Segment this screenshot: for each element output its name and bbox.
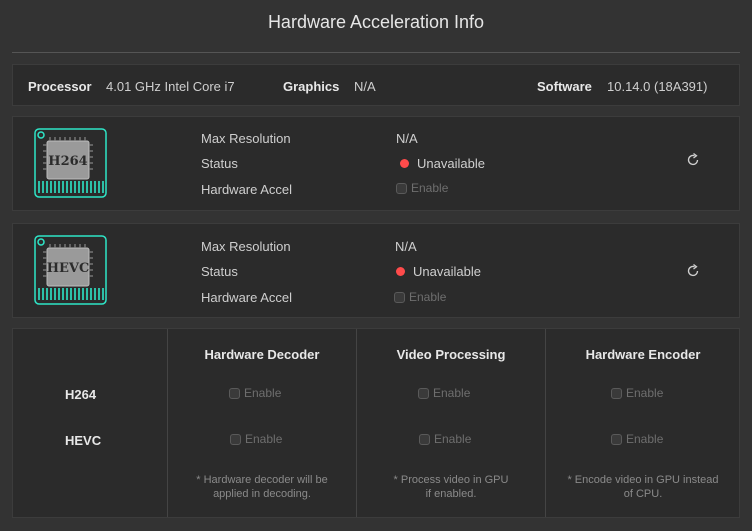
hevc-decoder-checkbox[interactable]: Enable <box>230 432 282 446</box>
hevc-max-res-label: Max Resolution <box>201 239 291 254</box>
checkbox-icon[interactable] <box>230 433 241 445</box>
hevc-card: HEVC Max Resolution N/A Status Unavailab… <box>12 223 740 318</box>
hevc-max-res-value: N/A <box>395 239 417 254</box>
col-header-hardware-encoder: Hardware Encoder <box>585 347 701 362</box>
software-value: 10.14.0 (18A391) <box>607 79 708 94</box>
row-header-hevc: HEVC <box>65 433 102 448</box>
checkbox-icon[interactable] <box>394 291 405 303</box>
h264-processing-checkbox[interactable]: Enable <box>418 386 470 400</box>
graphics-value: N/A <box>354 79 376 94</box>
status-dot-icon <box>400 159 409 168</box>
h264-hw-accel-checkbox[interactable]: Enable <box>396 181 448 195</box>
h264-max-res-label: Max Resolution <box>201 131 291 146</box>
checkbox-icon[interactable] <box>418 387 429 399</box>
h264-encoder-checkbox[interactable]: Enable <box>611 386 663 400</box>
hevc-chip-icon: HEVC <box>34 235 107 305</box>
h264-status: Unavailable <box>400 156 485 171</box>
h264-status-label: Status <box>201 156 238 171</box>
checkbox-icon[interactable] <box>229 387 240 399</box>
hevc-hw-accel-checkbox[interactable]: Enable <box>394 290 446 304</box>
checkbox-icon[interactable] <box>611 433 622 445</box>
hevc-processing-checkbox[interactable]: Enable <box>419 432 471 446</box>
decoder-note: * Hardware decoder will be applied in dec… <box>196 474 328 500</box>
col-header-hardware-decoder: Hardware Decoder <box>204 347 320 362</box>
checkbox-icon[interactable] <box>611 387 622 399</box>
hevc-chip-label: HEVC <box>47 261 90 276</box>
software-label: Software <box>537 79 592 94</box>
capability-matrix: Hardware Decoder Video Processing Hardwa… <box>12 328 740 518</box>
processor-label: Processor <box>28 79 92 94</box>
h264-status-value: Unavailable <box>417 156 485 171</box>
h264-max-res-value: N/A <box>396 131 418 146</box>
h264-chip-label: H264 <box>48 154 87 169</box>
checkbox-icon[interactable] <box>396 182 407 194</box>
h264-decoder-checkbox[interactable]: Enable <box>229 386 281 400</box>
checkbox-icon[interactable] <box>419 433 430 445</box>
window-title: Hardware Acceleration Info <box>267 12 485 32</box>
processing-note: * Process video in GPU if enabled. <box>393 474 509 500</box>
h264-hw-accel-label: Hardware Accel <box>201 182 293 197</box>
hevc-status: Unavailable <box>396 264 481 279</box>
hevc-refresh-icon[interactable] <box>686 264 700 278</box>
h264-card: H264 Max Resolution N/A Status Unavailab… <box>12 116 740 211</box>
hevc-hw-accel-label: Hardware Accel <box>201 290 293 305</box>
hevc-encoder-checkbox[interactable]: Enable <box>611 432 663 446</box>
col-header-video-processing: Video Processing <box>396 347 506 362</box>
processor-value: 4.01 GHz Intel Core i7 <box>106 79 235 94</box>
row-header-h264: H264 <box>65 387 97 402</box>
graphics-label: Graphics <box>283 79 340 94</box>
h264-refresh-icon[interactable] <box>686 153 700 167</box>
hevc-status-label: Status <box>201 264 238 279</box>
status-dot-icon <box>396 267 405 276</box>
h264-chip-icon: H264 <box>34 128 107 198</box>
hevc-status-value: Unavailable <box>413 264 481 279</box>
title-divider <box>12 52 740 53</box>
encoder-note: * Encode video in GPU instead of CPU. <box>567 474 719 500</box>
system-info-bar: Processor 4.01 GHz Intel Core i7 Graphic… <box>12 64 740 106</box>
